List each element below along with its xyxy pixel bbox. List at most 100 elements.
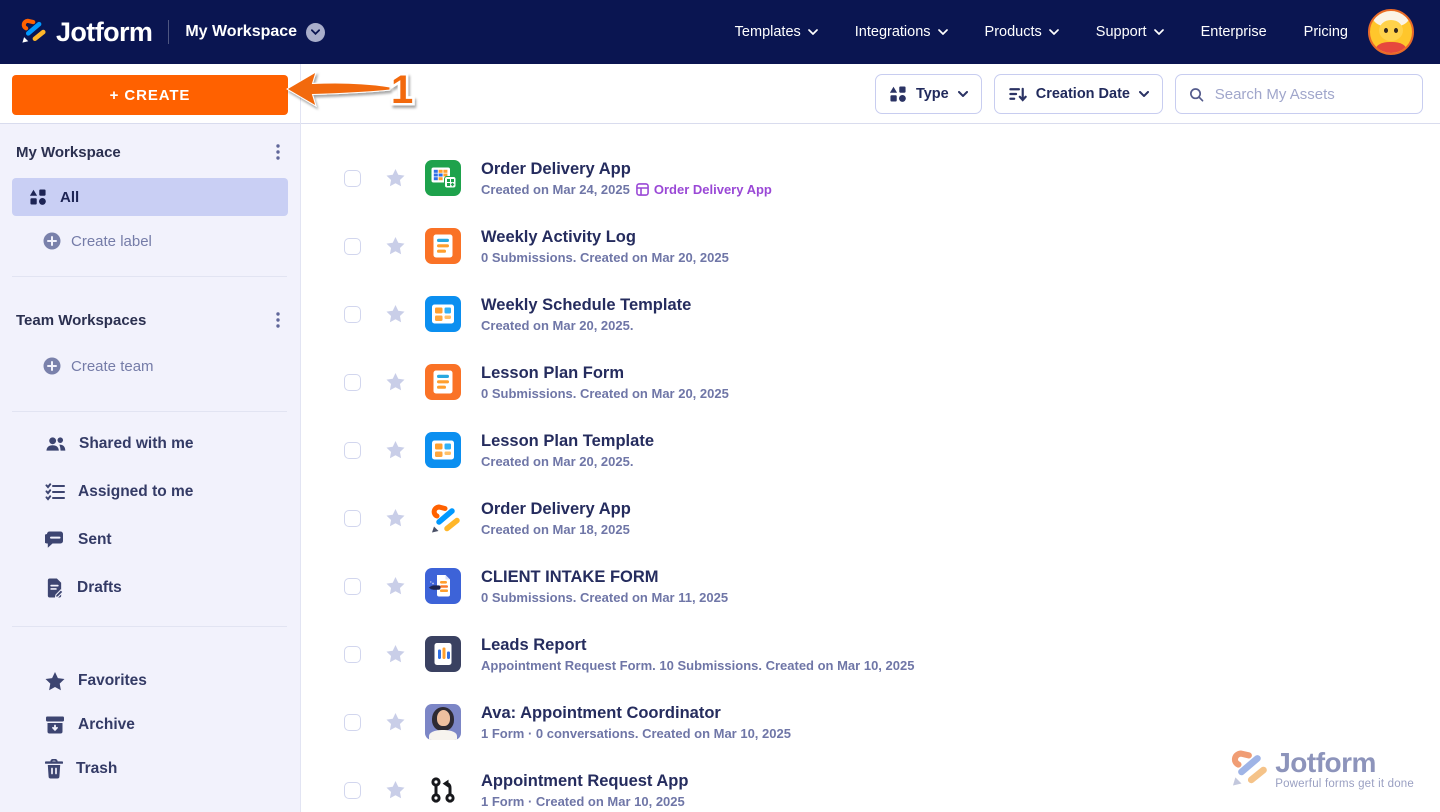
search-box bbox=[1175, 74, 1423, 114]
row-checkbox[interactable] bbox=[344, 509, 361, 527]
asset-title[interactable]: Lesson Plan Form bbox=[481, 364, 729, 382]
top-navbar: Jotform My Workspace Templates Integrati… bbox=[0, 0, 1440, 64]
row-checkbox[interactable] bbox=[344, 169, 361, 187]
asset-title[interactable]: Order Delivery App bbox=[481, 160, 772, 178]
jotform-watermark: Jotform Powerful forms get it done bbox=[1225, 745, 1414, 794]
asset-row[interactable]: Lesson Plan Template Created on Mar 20, 2… bbox=[301, 416, 1440, 484]
workflow-black-icon bbox=[425, 772, 461, 808]
sidebar-item-trash[interactable]: Trash bbox=[45, 757, 117, 781]
nav-support[interactable]: Support bbox=[1096, 24, 1164, 40]
chevron-down-icon bbox=[1139, 91, 1149, 97]
asset-meta: 1 Form · 0 conversations. Created on Mar… bbox=[481, 726, 791, 742]
asset-row[interactable]: CLIENT INTAKE FORM 0 Submissions. Created… bbox=[301, 552, 1440, 620]
search-input[interactable] bbox=[1214, 85, 1410, 103]
row-checkbox[interactable] bbox=[344, 237, 361, 255]
form-orange-icon bbox=[425, 228, 461, 264]
kebab-menu-icon[interactable] bbox=[268, 310, 288, 330]
asset-title[interactable]: CLIENT INTAKE FORM bbox=[481, 568, 728, 586]
create-label-button[interactable]: Create label bbox=[43, 231, 152, 251]
row-checkbox[interactable] bbox=[344, 713, 361, 731]
asset-meta: Created on Mar 24, 2025 Order Delivery Ap… bbox=[481, 182, 772, 198]
chevron-down-icon bbox=[1153, 29, 1164, 35]
asset-list-panel: Order Delivery App Created on Mar 24, 202… bbox=[301, 124, 1440, 812]
favorite-star-icon[interactable] bbox=[386, 713, 405, 731]
row-checkbox[interactable] bbox=[344, 441, 361, 459]
favorite-star-icon[interactable] bbox=[386, 577, 405, 595]
navbar-divider bbox=[168, 20, 170, 44]
favorite-star-icon[interactable] bbox=[386, 373, 405, 391]
asset-title[interactable]: Order Delivery App bbox=[481, 500, 631, 518]
grid-shapes-icon bbox=[889, 86, 906, 102]
favorite-star-icon[interactable] bbox=[386, 441, 405, 459]
asset-row[interactable]: Weekly Activity Log 0 Submissions. Create… bbox=[301, 212, 1440, 280]
favorite-star-icon[interactable] bbox=[386, 645, 405, 663]
sidebar-item-all[interactable]: All bbox=[12, 178, 288, 216]
row-checkbox[interactable] bbox=[344, 305, 361, 323]
create-team-button[interactable]: Create team bbox=[43, 356, 154, 376]
agent-avatar-photo-icon bbox=[425, 704, 461, 740]
asset-title[interactable]: Ava: Appointment Coordinator bbox=[481, 704, 791, 722]
sort-filter-button[interactable]: Creation Date bbox=[993, 74, 1163, 114]
nav-integrations[interactable]: Integrations bbox=[855, 24, 948, 40]
form-orange-icon bbox=[425, 364, 461, 400]
asset-list: Order Delivery App Created on Mar 24, 202… bbox=[301, 144, 1440, 812]
trash-icon bbox=[45, 759, 63, 779]
asset-meta: 1 Form · Created on Mar 10, 2025 bbox=[481, 794, 685, 810]
favorite-star-icon[interactable] bbox=[386, 169, 405, 187]
workspace-name: My Workspace bbox=[185, 23, 298, 40]
nav-templates[interactable]: Templates bbox=[735, 24, 818, 40]
chevron-down-icon bbox=[937, 29, 948, 35]
favorite-star-icon[interactable] bbox=[386, 509, 405, 527]
sidebar-item-favorites[interactable]: Favorites bbox=[45, 669, 147, 693]
search-icon bbox=[1190, 87, 1204, 102]
chevron-down-icon[interactable] bbox=[306, 22, 326, 42]
archive-box-icon bbox=[46, 716, 64, 734]
nav-pricing[interactable]: Pricing bbox=[1304, 24, 1348, 40]
sidebar-item-archive[interactable]: Archive bbox=[45, 713, 135, 737]
asset-meta: Created on Mar 20, 2025. bbox=[481, 454, 634, 470]
sidebar-item-sent[interactable]: Sent bbox=[45, 528, 112, 552]
linked-app-link[interactable]: Order Delivery App bbox=[635, 183, 772, 196]
asset-title[interactable]: Lesson Plan Template bbox=[481, 432, 654, 450]
asset-row[interactable]: Weekly Schedule Template Created on Mar 2… bbox=[301, 280, 1440, 348]
asset-title[interactable]: Appointment Request App bbox=[481, 772, 688, 790]
plus-circle-icon bbox=[43, 232, 61, 250]
row-checkbox[interactable] bbox=[344, 373, 361, 391]
asset-row[interactable]: Order Delivery App Created on Mar 24, 202… bbox=[301, 144, 1440, 212]
asset-title[interactable]: Weekly Schedule Template bbox=[481, 296, 691, 314]
grid-shapes-icon bbox=[29, 189, 46, 205]
asset-row[interactable]: Order Delivery App Created on Mar 18, 202… bbox=[301, 484, 1440, 552]
chat-bubble-icon bbox=[45, 531, 63, 548]
type-filter-button[interactable]: Type bbox=[874, 74, 982, 114]
sidebar-divider bbox=[12, 626, 287, 627]
app-builder-green-icon bbox=[425, 160, 461, 196]
row-checkbox[interactable] bbox=[344, 645, 361, 663]
workspace-switcher[interactable]: My Workspace bbox=[185, 22, 326, 42]
nav-products[interactable]: Products bbox=[985, 24, 1059, 40]
jotform-mark-icon bbox=[425, 500, 461, 536]
favorite-star-icon[interactable] bbox=[386, 305, 405, 323]
row-checkbox[interactable] bbox=[344, 577, 361, 595]
favorite-star-icon[interactable] bbox=[386, 237, 405, 255]
chevron-down-icon bbox=[957, 91, 968, 97]
asset-title[interactable]: Weekly Activity Log bbox=[481, 228, 729, 246]
sidebar-item-assigned-to-me[interactable]: Assigned to me bbox=[45, 480, 193, 504]
people-icon bbox=[46, 437, 66, 451]
sidebar-item-drafts[interactable]: Drafts bbox=[45, 576, 122, 600]
user-avatar[interactable] bbox=[1368, 9, 1414, 55]
create-button[interactable]: + CREATE bbox=[12, 75, 288, 115]
sidebar-item-shared-with-me[interactable]: Shared with me bbox=[45, 432, 194, 456]
jotform-logo[interactable]: Jotform bbox=[17, 15, 153, 50]
row-checkbox[interactable] bbox=[344, 781, 361, 799]
asset-row[interactable]: Leads Report Appointment Request Form. 10… bbox=[301, 620, 1440, 688]
watermark-brand: Jotform bbox=[1275, 747, 1376, 778]
nav-enterprise[interactable]: Enterprise bbox=[1201, 24, 1267, 40]
asset-title[interactable]: Leads Report bbox=[481, 636, 914, 654]
favorite-star-icon[interactable] bbox=[386, 781, 405, 799]
board-blue-icon bbox=[425, 432, 461, 468]
app-grid-icon bbox=[635, 183, 649, 196]
brand-wordmark: Jotform bbox=[56, 16, 153, 47]
kebab-menu-icon[interactable] bbox=[268, 142, 288, 162]
asset-row[interactable]: Lesson Plan Form 0 Submissions. Created o… bbox=[301, 348, 1440, 416]
watermark-tagline: Powerful forms get it done bbox=[1275, 778, 1414, 790]
